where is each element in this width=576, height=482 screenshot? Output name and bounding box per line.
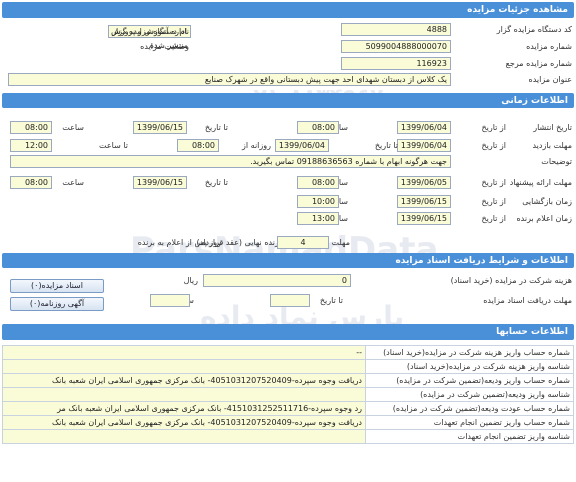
- publish-from-time: 08:00: [297, 121, 339, 134]
- offer-to-hour-label: ساعت: [62, 178, 84, 187]
- docs-deadline-time: [150, 294, 190, 307]
- auction-number-field: 5099004888000070: [341, 40, 451, 53]
- opening-label: زمان بازگشایی: [522, 197, 572, 206]
- publish-to-date: 1399/06/15: [133, 121, 187, 134]
- account-value: دریافت وجوه سپرده-4051031207520409- بانک…: [2, 373, 366, 388]
- visit-to-hour-label: تا ساعت: [99, 141, 128, 150]
- publish-from-date: 1399/06/04: [397, 121, 451, 134]
- winner-time: 13:00: [297, 212, 339, 225]
- account-value: [2, 359, 366, 374]
- account-label: شناسه واریز هزینه شرکت در مزایده(خرید اس…: [365, 359, 574, 374]
- account-label: شماره حساب واریز ودیعه(تضمین شرکت در مزا…: [365, 373, 574, 388]
- ref-number-field: 116923: [341, 57, 451, 70]
- table-row: شناسه واریز تضمین انجام تعهدات: [2, 429, 574, 444]
- visit-to-date: 1399/06/04: [275, 139, 329, 152]
- offer-from-label: از تاریخ: [481, 178, 506, 187]
- table-row: شناسه واریز ودیعه(تضمین شرکت در مزایده): [2, 387, 574, 402]
- opening-time: 10:00: [297, 195, 339, 208]
- offer-to-time: 08:00: [10, 176, 52, 189]
- auction-documents-button[interactable]: اسناد مزایده(۰): [10, 279, 104, 293]
- docs-deadline-to-label: تا تاریخ: [319, 296, 343, 305]
- notes-label: توضیحات: [541, 157, 572, 166]
- account-label: شناسه واریز ودیعه(تضمین شرکت در مزایده): [365, 387, 574, 402]
- account-label: شماره حساب واریز هزینه شرکت در مزایده(خر…: [365, 345, 574, 360]
- winner-label: زمان اعلام برنده: [516, 214, 572, 223]
- docs-deadline-label: مهلت دریافت اسناد مزایده: [483, 296, 572, 305]
- fee-label: هزینه شرکت در مزایده (خرید اسناد): [450, 276, 572, 285]
- publish-to-hour-label: ساعت: [62, 123, 84, 132]
- account-value: [2, 387, 366, 402]
- publish-to-label: تا تاریخ: [204, 123, 228, 132]
- visit-daily-label: روزانه از: [242, 141, 271, 150]
- offer-label: مهلت ارائه پیشنهاد: [509, 178, 572, 187]
- table-row: شماره حساب واریز تضمین انجام تعهدات دریا…: [2, 415, 574, 430]
- ref-number-label: شماره مزایده مرجع: [505, 59, 572, 68]
- page-title: مشاهده جزئیات مزایده: [2, 2, 574, 18]
- winner-date-label: از تاریخ: [481, 214, 506, 223]
- newspaper-ad-button[interactable]: آگهی روزنامه(۰): [10, 297, 104, 311]
- account-value: دریافت وجوه سپرده-4051031207520409- بانک…: [2, 415, 366, 430]
- account-label: شماره حساب عودت ودیعه(تضمین شرکت در مزای…: [365, 401, 574, 416]
- status-label: وضعیت مزایده: [140, 42, 189, 51]
- offer-to-date: 1399/06/15: [133, 176, 187, 189]
- visit-from-date: 1399/06/04: [397, 139, 451, 152]
- table-row: شماره حساب واریز هزینه شرکت در مزایده(خر…: [2, 345, 574, 360]
- offer-to-label: تا تاریخ: [204, 178, 228, 187]
- publish-label: تاریخ انتشار: [533, 123, 572, 132]
- org-code-label: کد دستگاه مزایده گزار: [496, 25, 572, 34]
- visit-to-time: 12:00: [10, 139, 52, 152]
- docs-section-header: اطلاعات و شرایط دریافت اسناد مزایده: [2, 253, 574, 268]
- contract-days-suffix: روز پس از اعلام به برنده: [137, 238, 221, 247]
- winner-date: 1399/06/15: [397, 212, 451, 225]
- account-label: شماره حساب واریز تضمین انجام تعهدات: [365, 415, 574, 430]
- org-name-label: نام دستگاه مزایده گزار: [112, 27, 189, 36]
- offer-from-time: 08:00: [297, 176, 339, 189]
- table-row: شناسه واریز هزینه شرکت در مزایده(خرید اس…: [2, 359, 574, 374]
- visit-from-label: از تاریخ: [481, 141, 506, 150]
- table-row: شماره حساب عودت ودیعه(تضمین شرکت در مزای…: [2, 401, 574, 416]
- docs-deadline-date: [270, 294, 310, 307]
- org-code-field: 4888: [341, 23, 451, 36]
- accounts-table: شماره حساب واریز هزینه شرکت در مزایده(خر…: [2, 345, 574, 444]
- auction-number-label: شماره مزایده: [526, 42, 572, 51]
- account-value: [2, 429, 366, 444]
- fee-unit: ریال: [183, 276, 198, 285]
- subject-label: عنوان مزایده: [528, 75, 573, 84]
- notes-field: جهت هرگونه ابهام با شماره 09188636563 تم…: [10, 155, 451, 168]
- publish-from-label: از تاریخ: [481, 123, 506, 132]
- opening-date: 1399/06/15: [397, 195, 451, 208]
- publish-to-time: 08:00: [10, 121, 52, 134]
- account-label: شناسه واریز تضمین انجام تعهدات: [365, 429, 574, 444]
- visit-daily-from-time: 08:00: [177, 139, 219, 152]
- opening-date-label: از تاریخ: [481, 197, 506, 206]
- subject-field: یک کلاس از دبستان شهدای احد جهت پیش دبست…: [8, 73, 451, 86]
- account-value: رد وجوه سپرده-4151031252511716- بانک مرک…: [2, 401, 366, 416]
- fee-field: 0: [203, 274, 351, 287]
- accounts-section-header: اطلاعات حسابها: [2, 324, 574, 340]
- visit-to-label: تا تاریخ: [374, 141, 398, 150]
- visit-label: مهلت بازدید: [532, 141, 572, 150]
- account-value: --: [2, 345, 366, 360]
- offer-from-date: 1399/06/05: [397, 176, 451, 189]
- timing-section-header: اطلاعات زمانی: [2, 93, 574, 108]
- table-row: شماره حساب واریز ودیعه(تضمین شرکت در مزا…: [2, 373, 574, 388]
- contract-days-field: 4: [277, 236, 329, 249]
